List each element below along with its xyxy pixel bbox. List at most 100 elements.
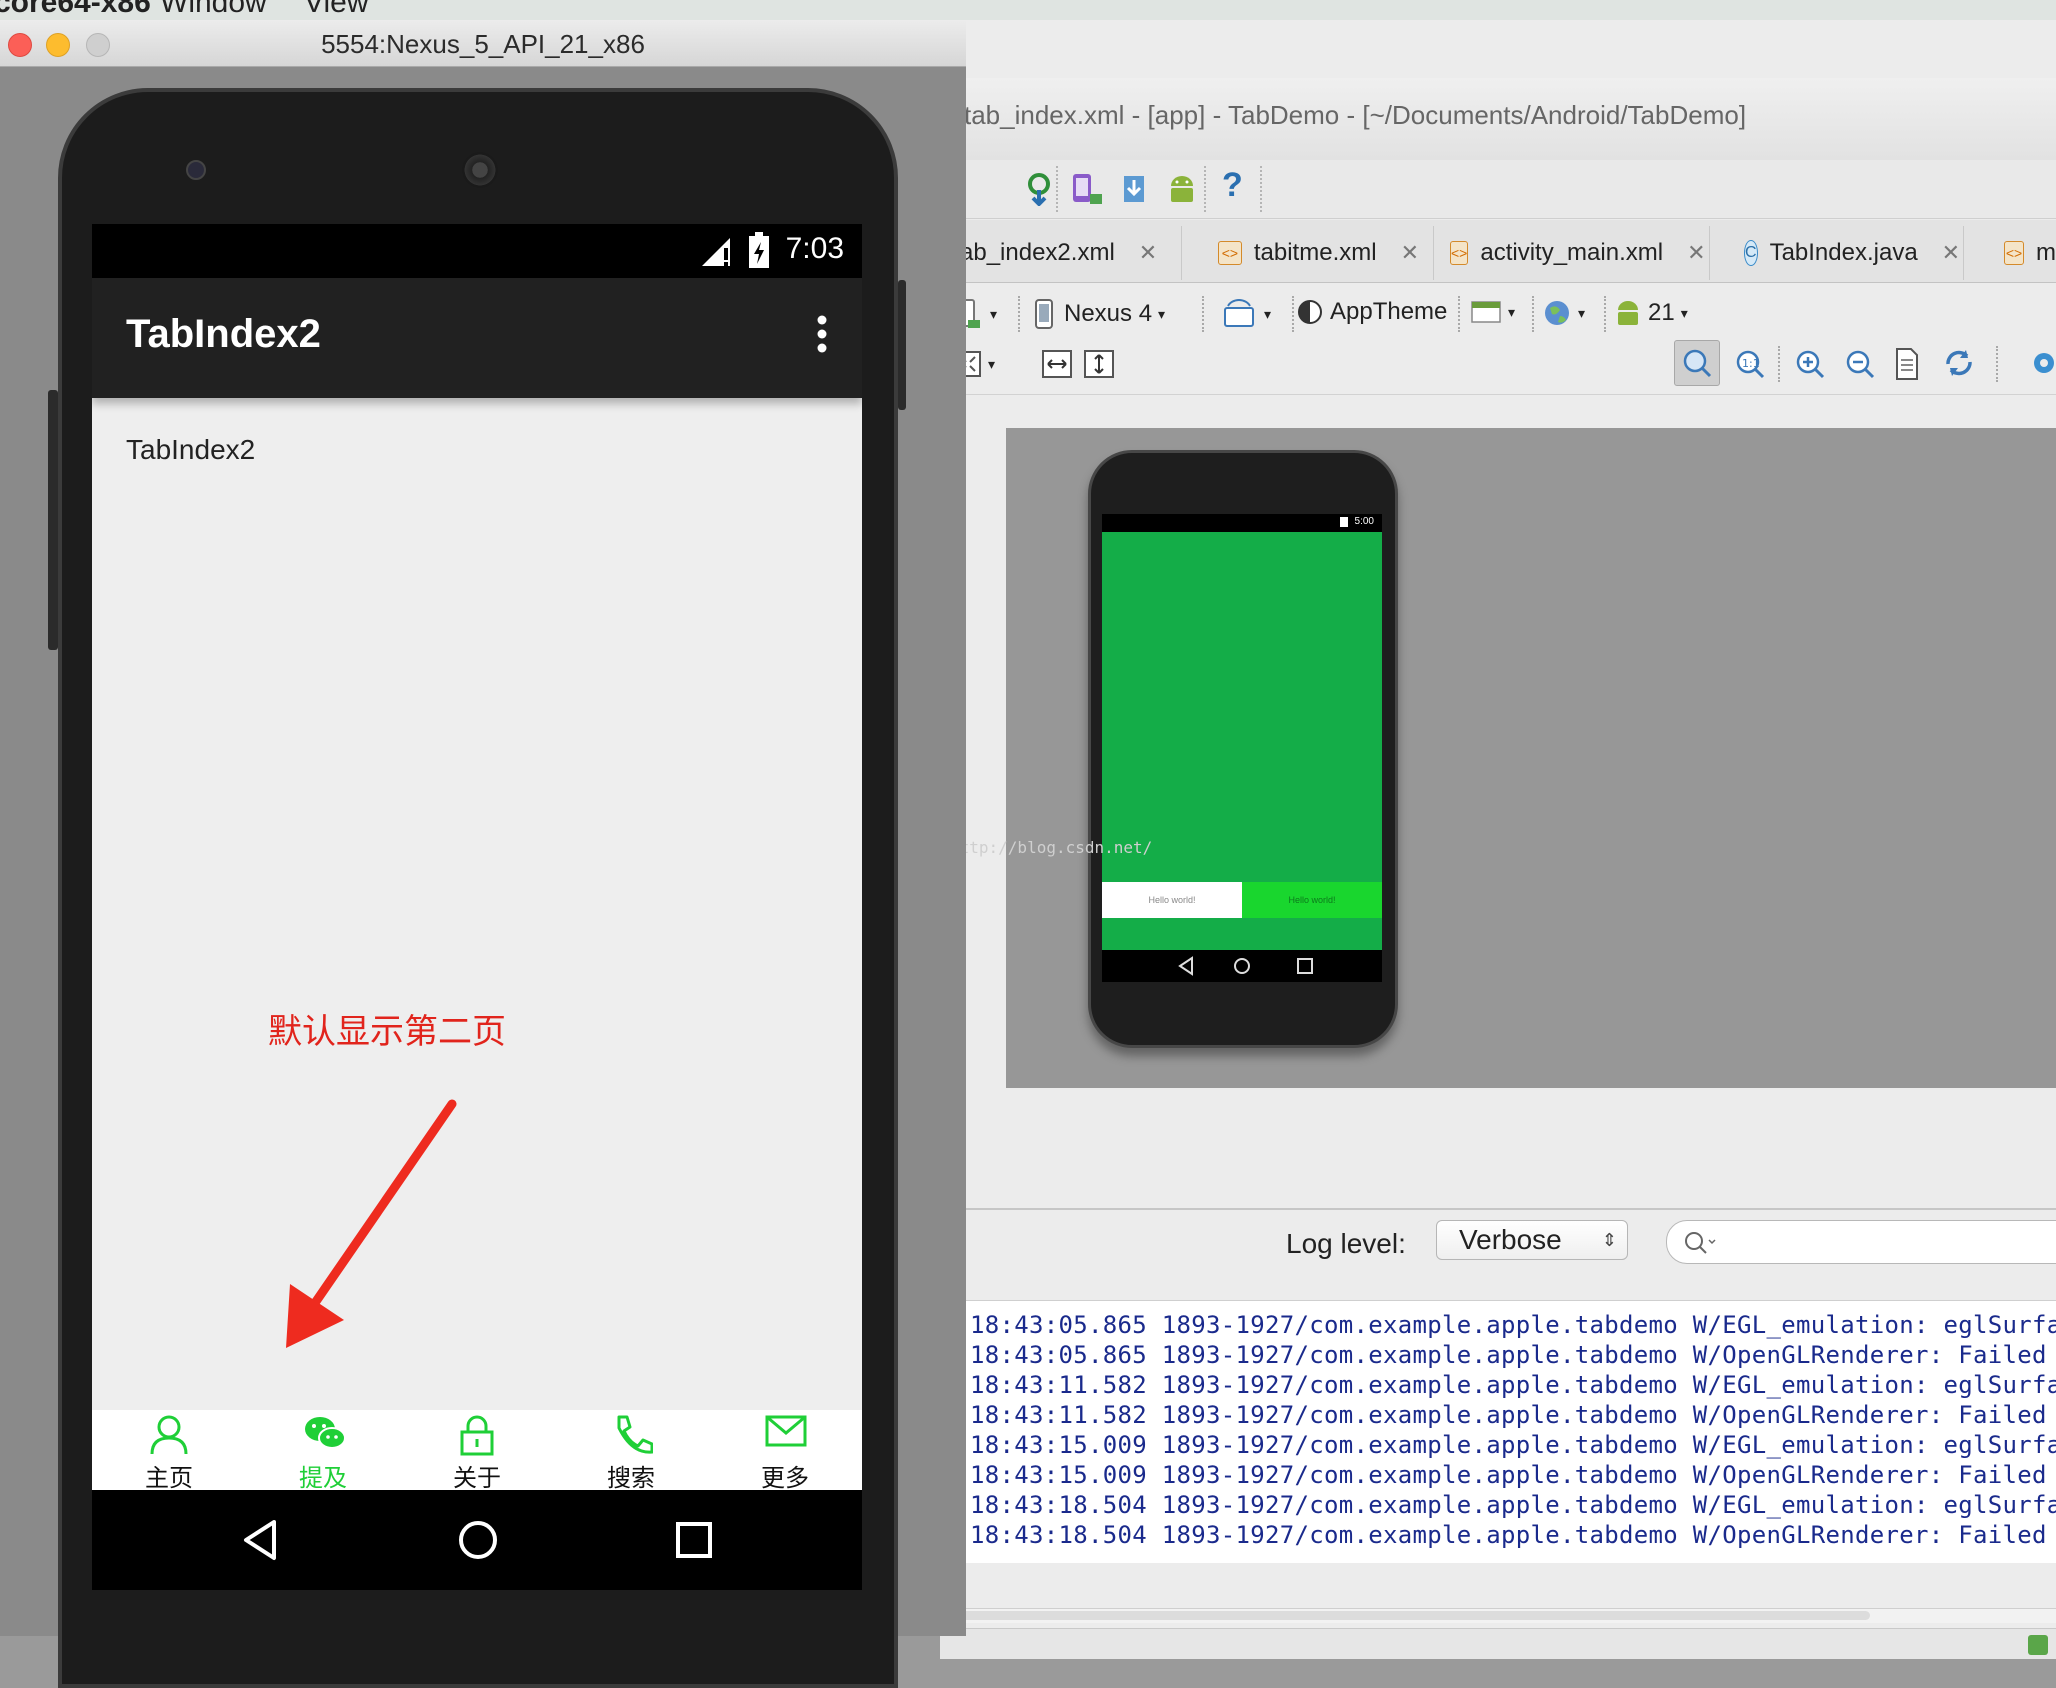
android-navbar bbox=[92, 1490, 862, 1590]
tab-label: 提及 bbox=[299, 1464, 347, 1492]
tab-more-xml[interactable]: <> m bbox=[1990, 226, 2056, 280]
sync-icon[interactable] bbox=[1024, 172, 1054, 206]
log-line: 18:43:11.582 1893-1927/com.example.apple… bbox=[970, 1401, 2047, 1429]
avd-manager-icon[interactable] bbox=[1070, 172, 1104, 206]
power-button[interactable] bbox=[898, 280, 906, 410]
preview-tab-button-2: Hello world! bbox=[1242, 882, 1382, 918]
emulator-window-title: 5554:Nexus_5_API_21_x86 bbox=[321, 29, 645, 59]
xml-file-icon: <> bbox=[2004, 241, 2024, 265]
close-icon[interactable]: ✕ bbox=[1687, 240, 1705, 266]
svg-text:1:1: 1:1 bbox=[1742, 357, 1760, 370]
earpiece-speaker bbox=[462, 152, 498, 188]
lock-icon bbox=[460, 1415, 494, 1456]
preview-statusbar: 5:00 bbox=[1102, 514, 1382, 532]
recents-icon[interactable] bbox=[674, 1520, 714, 1560]
overflow-menu-icon[interactable] bbox=[816, 314, 828, 356]
android-studio-window: tab_index.xml - [app] - TabDemo - [~/Doc… bbox=[940, 20, 2056, 1659]
home-icon[interactable] bbox=[456, 1518, 500, 1562]
preview-document-button[interactable] bbox=[1892, 346, 1922, 382]
mail-icon bbox=[765, 1415, 807, 1447]
tab-tabitme-xml[interactable]: <> tabitme.xml ✕ bbox=[1204, 226, 1434, 280]
menu-app-name[interactable]: core64-x86 bbox=[0, 0, 151, 20]
phone-screen: 7:03 TabIndex2 TabIndex2 默认显示第二页 主页 提及 关… bbox=[92, 224, 862, 1590]
refresh-button[interactable] bbox=[1940, 344, 1978, 382]
device-dropdown[interactable]: Nexus 4 ▾ bbox=[1032, 298, 1165, 330]
layout-editor-toolbar: ▾ Nexus 4 ▾ ▾ AppTheme ▾ ▾ 21 ▾ ▾ 1:1 bbox=[940, 284, 2056, 395]
logcat-search-input[interactable] bbox=[1666, 1220, 2056, 1264]
close-icon[interactable]: ✕ bbox=[1401, 240, 1419, 266]
tab-tabindex-java[interactable]: C TabIndex.java ✕ bbox=[1730, 226, 1964, 280]
back-icon[interactable] bbox=[240, 1518, 280, 1562]
ide-main-toolbar: ? bbox=[940, 160, 2056, 219]
zoom-in-button[interactable] bbox=[1790, 344, 1830, 384]
log-line: 18:43:18.504 1893-1927/com.example.apple… bbox=[970, 1491, 2056, 1519]
tab-label: tabitme.xml bbox=[1253, 239, 1377, 266]
event-log-icon[interactable] bbox=[2028, 1635, 2048, 1655]
preview-battery-icon bbox=[1340, 517, 1348, 527]
volume-button[interactable] bbox=[48, 390, 58, 650]
refresh-icon bbox=[1946, 350, 1972, 376]
expand-height-button[interactable] bbox=[1084, 350, 1114, 378]
theme-icon bbox=[1298, 300, 1322, 324]
preview-status-time: 5:00 bbox=[1354, 516, 1374, 527]
search-icon bbox=[1685, 1232, 1716, 1254]
wechat-icon bbox=[305, 1417, 346, 1449]
sdk-manager-icon[interactable] bbox=[1118, 172, 1150, 206]
java-class-icon: C bbox=[1744, 240, 1758, 266]
log-line: 18:43:15.009 1893-1927/com.example.apple… bbox=[970, 1431, 2056, 1459]
zoom-actual-button[interactable]: 1:1 bbox=[1730, 344, 1770, 384]
expand-width-button[interactable] bbox=[1042, 350, 1072, 378]
settings-button[interactable] bbox=[2026, 346, 2056, 380]
document-icon bbox=[1896, 348, 1918, 380]
log-line: 18:43:15.009 1893-1927/com.example.apple… bbox=[970, 1461, 2047, 1489]
preview-screen: 5:00 Hello world! Hello world! bbox=[1102, 514, 1382, 982]
api-level-dropdown[interactable]: 21 ▾ bbox=[1614, 298, 1688, 328]
select-arrows-icon: ⇕ bbox=[1601, 1230, 1617, 1250]
menu-view[interactable]: View bbox=[304, 0, 368, 20]
tab-label: 关于 bbox=[453, 1464, 501, 1492]
menu-window[interactable]: Window bbox=[160, 0, 267, 20]
api-level-label: 21 bbox=[1648, 299, 1675, 326]
log-line: 18:43:05.865 1893-1927/com.example.apple… bbox=[970, 1311, 2056, 1339]
signal-icon bbox=[702, 238, 730, 266]
tab-more[interactable]: 更多 bbox=[708, 1410, 862, 1492]
preview-navbar bbox=[1102, 950, 1382, 982]
activity-dropdown[interactable]: ▾ bbox=[1470, 298, 1515, 326]
theme-selector[interactable]: AppTheme bbox=[1296, 298, 1447, 326]
annotation-arrow bbox=[286, 1099, 457, 1348]
ide-statusbar bbox=[940, 1628, 2056, 1659]
close-icon[interactable]: ✕ bbox=[1139, 240, 1157, 266]
device-label: Nexus 4 bbox=[1064, 300, 1153, 327]
horizontal-scrollbar[interactable] bbox=[940, 1608, 2056, 1623]
android-icon bbox=[1618, 301, 1638, 325]
zoom-fit-icon bbox=[1683, 349, 1712, 378]
battery-icon bbox=[749, 232, 769, 268]
action-bar: TabIndex2 bbox=[92, 278, 862, 398]
zoom-out-icon bbox=[1846, 350, 1875, 379]
tab-about[interactable]: 关于 bbox=[400, 1410, 554, 1492]
app-title: TabIndex2 bbox=[126, 312, 321, 356]
orientation-dropdown[interactable]: ▾ bbox=[1222, 298, 1271, 330]
help-icon[interactable]: ? bbox=[1222, 166, 1243, 205]
android-icon[interactable] bbox=[1166, 172, 1198, 206]
log-level-label: Log level: bbox=[1286, 1228, 1406, 1259]
locale-dropdown[interactable]: ▾ bbox=[1542, 298, 1585, 328]
logcat-output[interactable]: 18:43:05.865 1893-1927/com.example.apple… bbox=[940, 1300, 2056, 1563]
log-level-select[interactable]: Verbose ⇕ bbox=[1436, 1220, 1628, 1260]
close-icon[interactable]: ✕ bbox=[1942, 240, 1960, 266]
preview-content bbox=[1102, 532, 1382, 882]
tab-search[interactable]: 搜索 bbox=[554, 1410, 708, 1492]
tab-tab-index2-xml[interactable]: _tab_index2.xml ✕ bbox=[940, 226, 1182, 280]
tab-home[interactable]: 主页 bbox=[92, 1410, 246, 1492]
tab-label: TabIndex.java bbox=[1769, 239, 1918, 266]
scrollbar-thumb[interactable] bbox=[950, 1611, 1870, 1620]
bottom-tab-bar: 主页 提及 关于 搜索 更多 bbox=[92, 1410, 862, 1492]
tab-label: activity_main.xml bbox=[1480, 239, 1664, 266]
zoom-to-fit-button[interactable] bbox=[1674, 340, 1720, 386]
tab-mention[interactable]: 提及 bbox=[246, 1410, 400, 1492]
zoom-out-button[interactable] bbox=[1840, 344, 1880, 384]
device-icon bbox=[1035, 299, 1053, 329]
layout-preview-canvas[interactable]: 5:00 Hello world! Hello world! http://bl… bbox=[950, 428, 2056, 1088]
tab-activity-main-xml[interactable]: <> activity_main.xml ✕ bbox=[1436, 226, 1710, 280]
front-camera bbox=[186, 160, 206, 180]
